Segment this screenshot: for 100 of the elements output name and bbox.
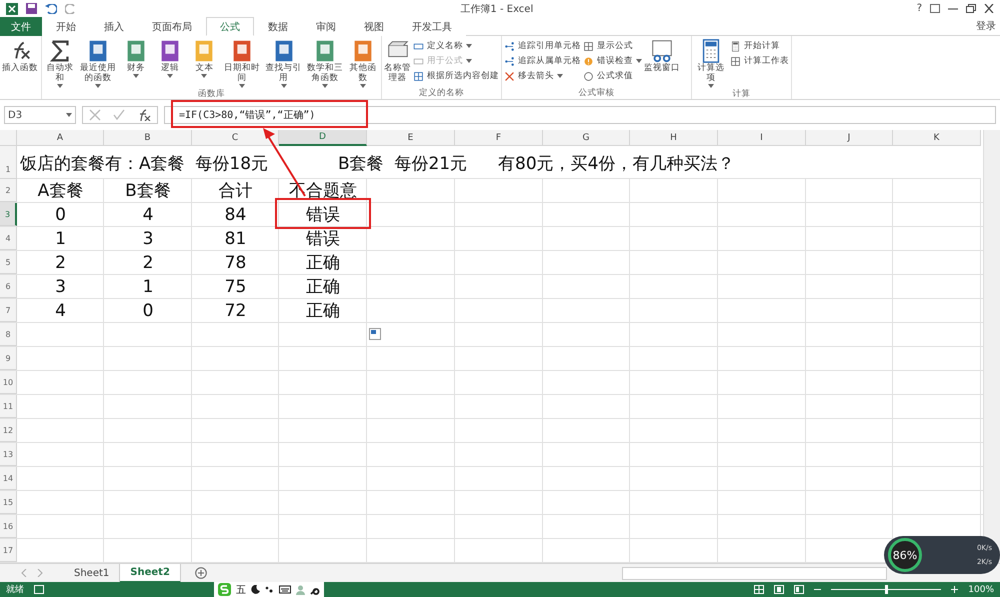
cell-text: 3 [55,276,66,296]
page-layout-icon[interactable] [774,585,784,594]
row-header[interactable]: 13 [0,443,17,466]
paste-options-icon[interactable] [369,328,381,340]
column-header[interactable]: A [17,130,104,146]
undo-icon[interactable] [45,4,57,14]
ribbon-button[interactable]: 根据所选内容创建 [413,70,499,82]
ime-toolbar[interactable]: 五 [214,582,324,597]
caret-icon [239,84,246,88]
add-sheet-icon[interactable] [194,567,207,579]
ribbon-button[interactable]: 财务 [120,38,152,78]
ribbon-button[interactable]: 逻辑 [154,38,186,78]
ribbon-button[interactable]: 自动求和 [44,38,76,88]
ribbon-button[interactable]: 日期和时间 [222,38,262,88]
ribbon-button[interactable]: 数学和三角函数 [305,38,345,88]
zoom-thumb[interactable] [884,585,888,594]
ribbon-button[interactable]: 文本 [188,38,220,78]
caret-icon [94,84,101,88]
cell-text: 3 [142,228,154,248]
moon-icon[interactable] [251,585,260,594]
row-header[interactable]: 14 [0,467,17,490]
ribbon-tab[interactable]: 公式 [206,17,254,36]
ribbon-button[interactable]: 追踪从属单元格 [504,55,581,67]
save-icon[interactable] [26,3,37,14]
name-box[interactable]: D3 [4,106,76,124]
ribbon-button[interactable]: 错误检查 [583,55,642,67]
caret-icon [360,84,366,88]
column-header[interactable]: D [279,130,367,146]
caret-icon [466,44,472,48]
ribbon-button[interactable]: 计算工作表 [730,55,789,67]
row-header[interactable]: 15 [0,491,17,514]
check-icon[interactable] [113,109,125,121]
page-break-icon[interactable] [794,585,804,594]
ribbon-button[interactable]: 开始计算 [730,40,789,52]
row-header[interactable]: 3 [0,203,17,226]
column-header[interactable]: F [455,130,543,146]
cell-text: 0 [55,204,66,224]
column-header[interactable]: I [718,130,806,146]
row-header[interactable]: 17 [0,539,17,562]
horizontal-scrollbar[interactable] [622,566,887,580]
cell-text: 错误 [306,204,340,226]
ribbon-display-icon[interactable] [930,4,940,13]
row-header[interactable]: 6 [0,275,17,298]
warning-icon [583,56,594,66]
column-header[interactable]: H [630,130,718,146]
ribbon-button[interactable]: 查找与引用 [264,38,304,88]
normal-view-icon[interactable] [754,585,764,594]
ribbon-button[interactable]: 监视窗口 [644,38,680,74]
zoom-out-icon[interactable] [814,586,822,593]
caret-icon [466,59,472,63]
punctuation-icon[interactable] [265,585,274,594]
column-header[interactable]: C [192,130,279,146]
cell-text: 1 [142,276,154,296]
column-header[interactable]: B [104,130,192,146]
table-icon [413,70,424,82]
input-method-logo-icon[interactable] [218,583,231,596]
row-header[interactable]: 5 [0,251,17,274]
column-header[interactable]: J [806,130,893,146]
column-header[interactable]: K [893,130,981,146]
ribbon-button[interactable]: 显示公式 [583,40,642,52]
caret-icon [557,74,563,78]
ribbon-button[interactable]: 名称管理器 [384,38,411,84]
function-icon[interactable] [137,109,151,121]
formula-field[interactable]: =IF(C3>80,“错误”,“正确”) [164,106,996,124]
table-icon [583,40,594,52]
row-header[interactable]: 1 [0,146,17,179]
help-button[interactable]: ? [916,3,922,14]
ribbon-button[interactable]: 计算选项 [694,38,728,88]
row-header[interactable]: 10 [0,371,17,394]
column-header[interactable]: E [367,130,455,146]
cell-text: 1 [55,228,66,248]
row-header[interactable]: 9 [0,347,17,370]
row-header[interactable]: 8 [0,323,17,346]
zoom-in-icon[interactable] [951,586,958,593]
ribbon-button[interactable]: 移去箭头 [504,70,581,82]
sheet-tab[interactable]: Sheet2 [120,564,181,582]
input-mode-text[interactable]: 五 [236,582,246,596]
row-header[interactable]: 11 [0,395,17,418]
ribbon-button[interactable]: 定义名称 [413,40,499,52]
caret-icon [201,74,208,78]
macro-record-icon[interactable] [34,585,44,594]
close-icon[interactable] [984,4,994,13]
file-tab[interactable]: 文件 [0,17,42,36]
ribbon-button[interactable]: 追踪引用单元格 [504,40,581,52]
row-header[interactable]: 2 [0,179,17,202]
row-header[interactable]: 4 [0,227,17,250]
row-header[interactable]: 12 [0,419,17,442]
ribbon-button[interactable]: 公式求值 [583,70,642,82]
caret-icon [280,84,287,88]
ribbon-button[interactable]: 其他函数 [346,38,380,88]
sign-in-link[interactable]: 登录 [976,19,1000,33]
ribbon-button[interactable]: 插入函数 [2,38,38,74]
keyboard-icon[interactable] [279,585,291,594]
row-header[interactable]: 16 [0,515,17,538]
zoom-level-text[interactable]: 100% [968,584,994,594]
row-header[interactable]: 7 [0,299,17,322]
column-header[interactable]: G [543,130,630,146]
excel-logo-icon[interactable] [6,2,18,14]
restore-icon[interactable] [966,4,976,13]
ribbon-button[interactable]: 最近使用的函数 [78,38,118,88]
